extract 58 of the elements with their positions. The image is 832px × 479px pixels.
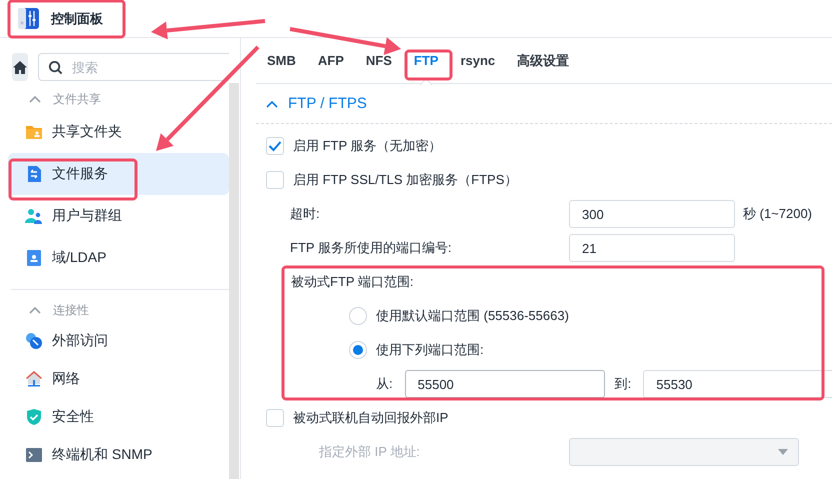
input-field[interactable]: 55530 [643, 370, 832, 398]
tab[interactable]: NFS [354, 38, 403, 82]
group-title: 文件共享 [53, 90, 101, 108]
sliders-icon [18, 8, 39, 29]
sidebar-item[interactable]: 用户与群组 [8, 195, 229, 237]
sidebar-item[interactable]: 外部访问 [8, 322, 229, 360]
checkbox-label: 启用 FTP 服务（无加密） [293, 137, 442, 155]
field-label: 超时: [289, 205, 321, 223]
search-icon [48, 60, 63, 75]
chevron-up-icon[interactable] [266, 100, 278, 108]
tab[interactable]: rsync [449, 38, 506, 82]
users-icon [25, 207, 43, 225]
shield-icon [25, 408, 43, 426]
folder-icon [25, 123, 43, 141]
input-field[interactable]: 300 [569, 200, 735, 228]
section-title: FTP / FTPS [288, 95, 367, 112]
checkbox[interactable] [266, 137, 284, 155]
sidebar-item[interactable]: 文件服务 [8, 153, 229, 195]
id-card-icon [25, 249, 43, 267]
checkbox[interactable] [266, 171, 284, 189]
sidebar-item[interactable]: 安全性 [8, 398, 229, 436]
field-label: 指定外部 IP 地址: [318, 443, 421, 461]
input-field[interactable]: 55500 [404, 370, 605, 398]
section-header[interactable]: FTP / FTPS [256, 84, 832, 124]
terminal-icon [25, 446, 43, 464]
house-icon [25, 370, 43, 388]
radio-label: 使用下列端口范围: [376, 341, 484, 359]
home-icon [12, 60, 28, 74]
sidebar-item[interactable]: 域/LDAP [8, 237, 229, 279]
field-label: FTP 服务所使用的端口编号: [289, 239, 453, 257]
group-title: 连接性 [53, 302, 89, 318]
tab[interactable]: 高级设置 [506, 38, 580, 82]
checkbox[interactable] [266, 409, 284, 427]
unit-label: 秒 (1~7200) [743, 205, 814, 223]
to-label: 到: [614, 375, 632, 393]
checkbox-label: 启用 FTP SSL/TLS 加密服务（FTPS） [293, 171, 518, 189]
radio-label: 使用默认端口范围 (55536-55663) [376, 307, 569, 325]
highlight-frame [404, 50, 452, 80]
document-arrows-icon [25, 165, 43, 183]
tab[interactable]: SMB [256, 38, 307, 82]
scrollbar[interactable] [229, 83, 239, 479]
radio-button[interactable] [349, 341, 367, 359]
input-field[interactable]: 21 [569, 234, 735, 262]
sidebar-item[interactable]: 共享文件夹 [8, 111, 229, 153]
sidebar-item[interactable]: 网络 [8, 360, 229, 398]
checkbox-label: 被动式联机自动回报外部IP [293, 409, 448, 427]
sidebar-item[interactable]: 终端机和 SNMP [8, 436, 229, 474]
linked-circles-icon [25, 332, 43, 350]
chevron-up-icon[interactable] [29, 306, 41, 314]
chevron-up-icon[interactable] [29, 95, 41, 103]
search-field[interactable]: 搜索 [38, 53, 229, 81]
home-button[interactable] [12, 53, 28, 81]
tab[interactable]: AFP [306, 38, 355, 82]
from-label: 从: [376, 375, 393, 393]
window-title: 控制面板 [51, 10, 103, 28]
radio-button[interactable] [349, 307, 367, 325]
caret-icon [778, 449, 788, 455]
group-label: 被动式FTP 端口范围: [291, 273, 414, 291]
